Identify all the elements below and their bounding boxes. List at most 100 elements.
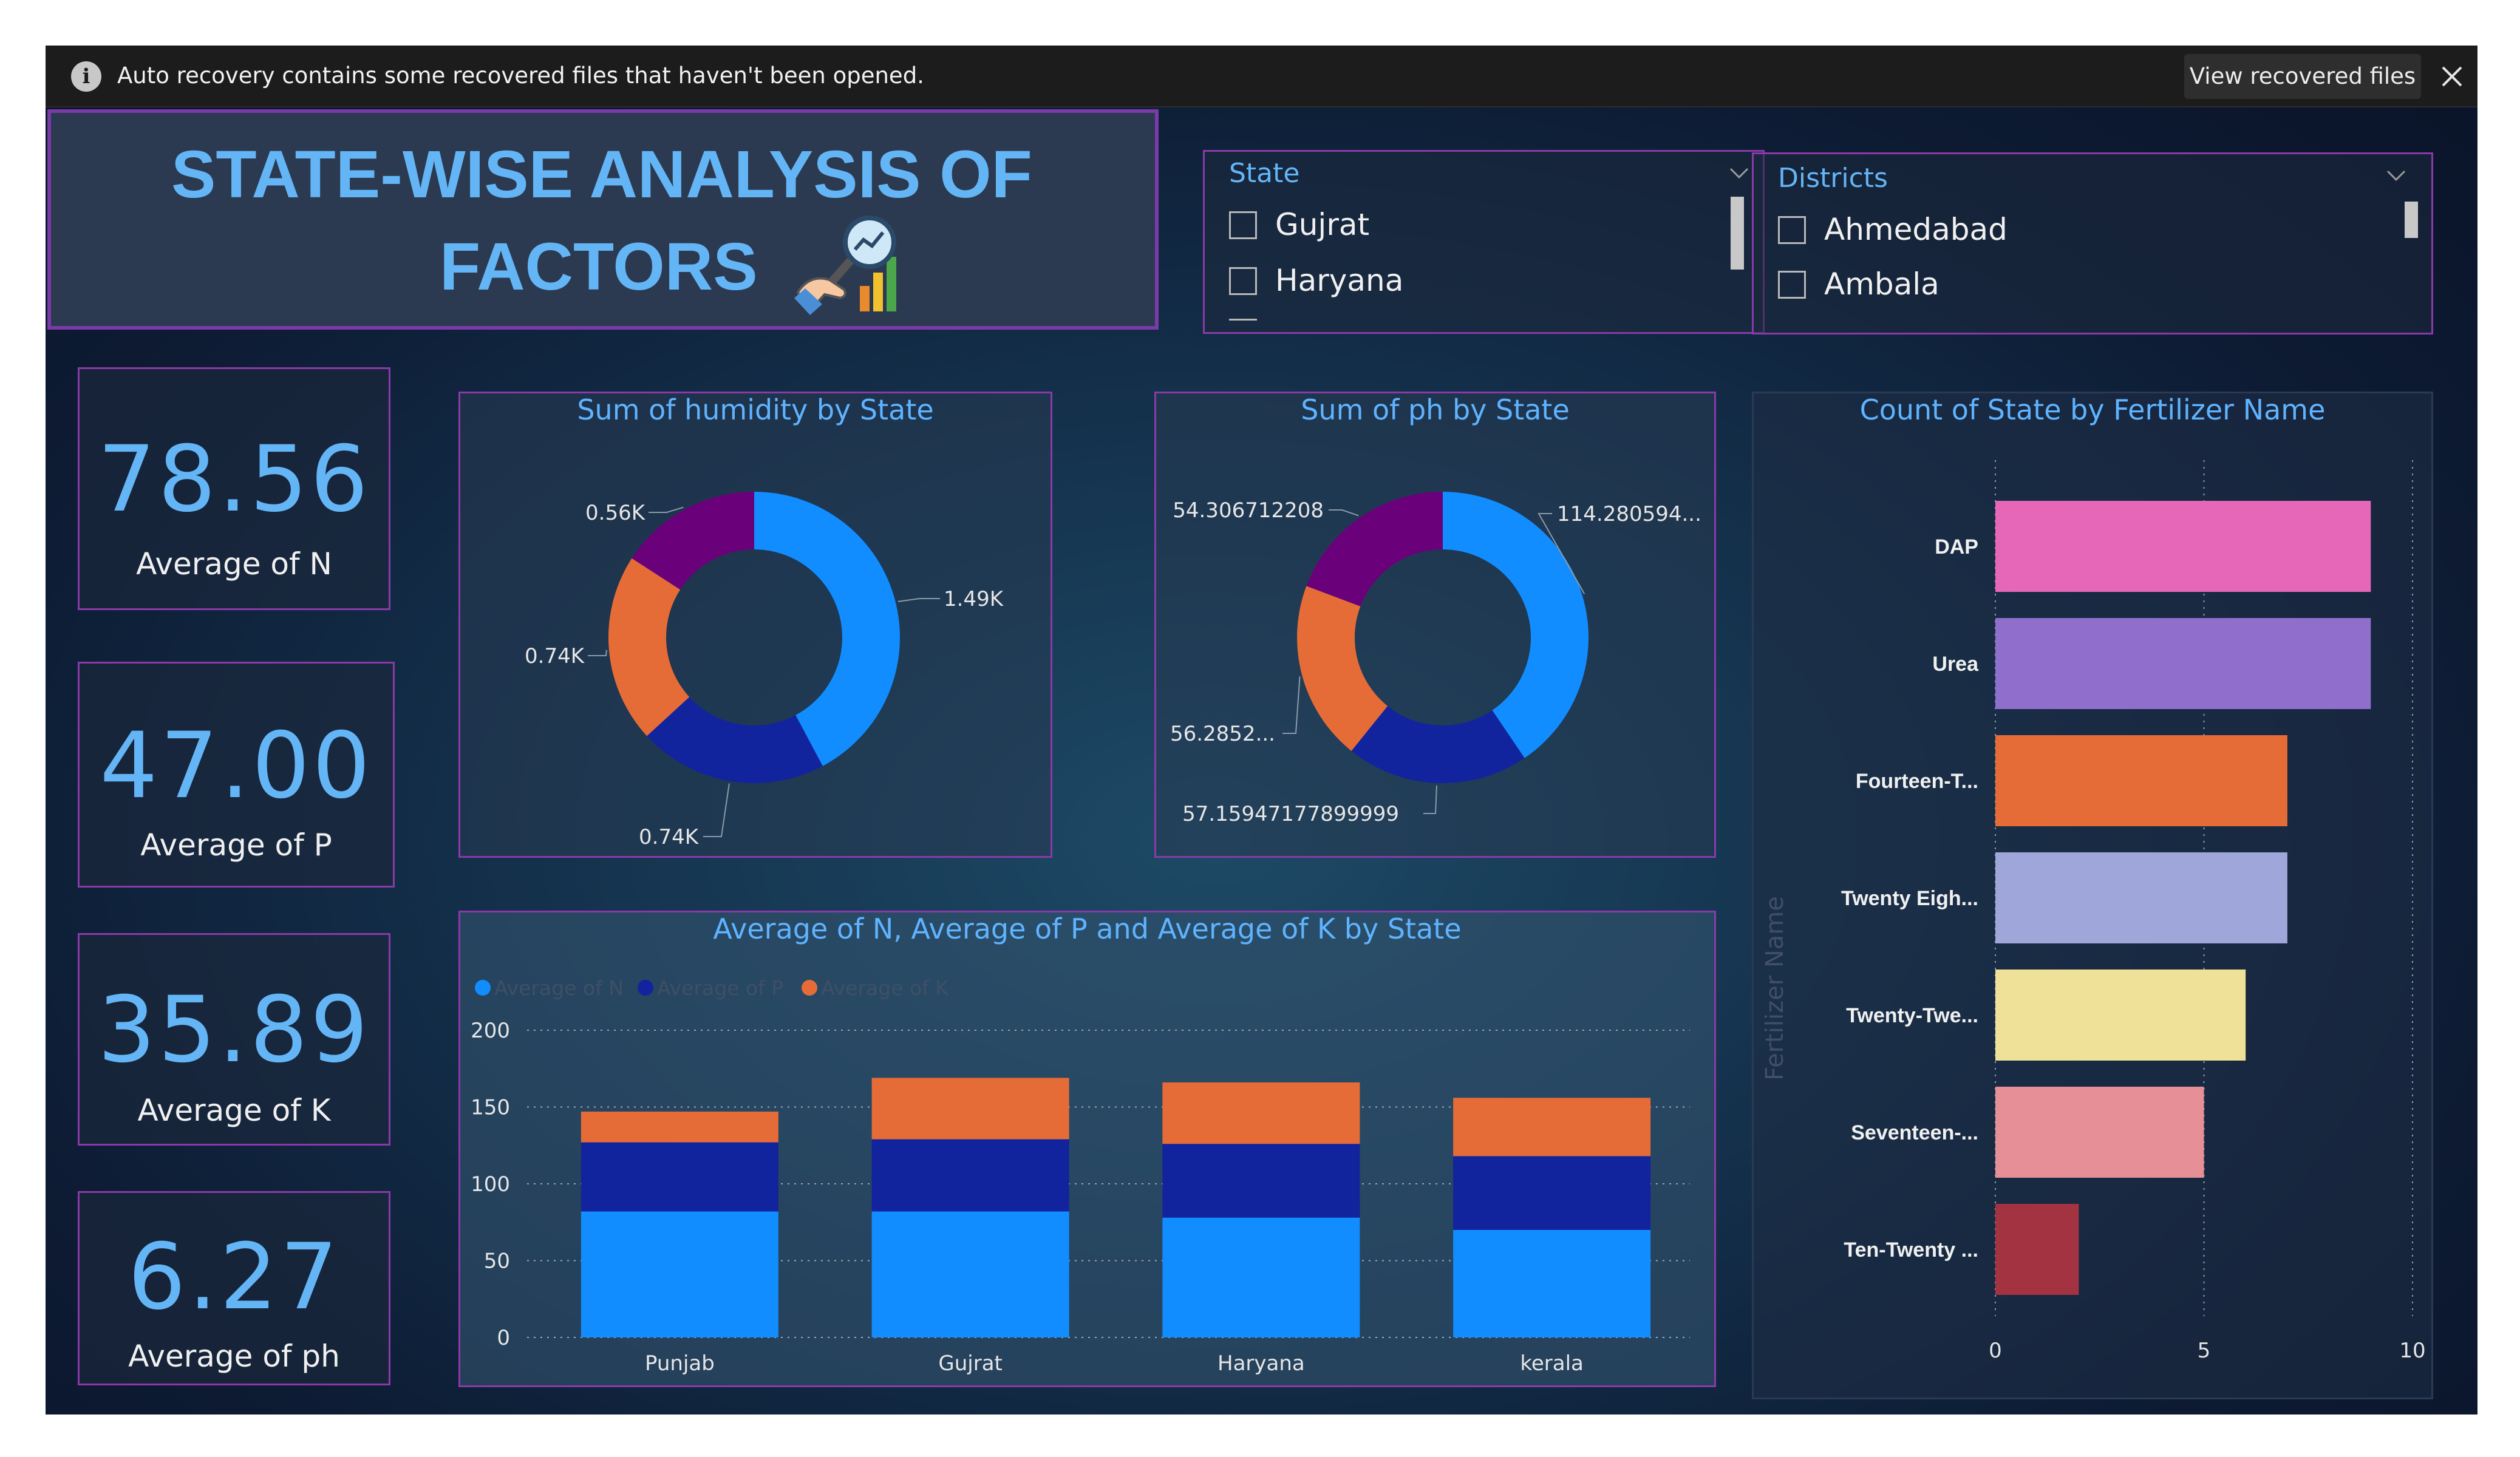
category-label: Twenty Eigh... bbox=[1841, 887, 1978, 910]
bar-segment bbox=[1162, 1082, 1360, 1144]
y-tick-label: 150 bbox=[471, 1096, 510, 1120]
donut-slice bbox=[1306, 492, 1443, 606]
data-label: 56.2852... bbox=[1170, 722, 1275, 746]
close-icon[interactable] bbox=[2438, 63, 2466, 90]
kpi-label: Average of ph bbox=[128, 1339, 340, 1374]
category-label: Urea bbox=[1932, 653, 1979, 676]
bar-segment bbox=[1453, 1156, 1651, 1230]
kpi-value: 35.89 bbox=[97, 977, 371, 1083]
slicer-scrollbar[interactable] bbox=[2405, 202, 2418, 238]
category-label: Fourteen-T... bbox=[1856, 770, 1978, 793]
category-label: DAP bbox=[1935, 535, 1978, 559]
x-tick-label: 0 bbox=[1989, 1339, 2002, 1363]
x-tick-label: Gujrat bbox=[938, 1351, 1003, 1376]
kpi-card-average-p: 47.00 Average of P bbox=[78, 662, 395, 888]
legend-label: Average of P bbox=[657, 976, 783, 1000]
page-title-line2: FACTORS bbox=[440, 229, 758, 304]
bar-segment bbox=[871, 1139, 1069, 1212]
leader-line bbox=[1423, 785, 1438, 814]
leader-line bbox=[897, 598, 940, 602]
data-label: 57.15947177899999 bbox=[1182, 802, 1399, 826]
leader-line bbox=[649, 506, 684, 513]
data-label: 0.56K bbox=[585, 501, 646, 525]
data-label: 0.74K bbox=[639, 825, 700, 849]
bar-segment bbox=[581, 1142, 778, 1212]
option-label: Gujrat bbox=[1275, 207, 1370, 242]
bar bbox=[1995, 618, 2371, 709]
leader-line bbox=[588, 650, 607, 656]
checkbox[interactable] bbox=[1778, 216, 1806, 244]
x-tick-label: Punjab bbox=[645, 1351, 715, 1376]
leader-line bbox=[1329, 509, 1359, 517]
legend-label: Average of K bbox=[821, 976, 949, 1000]
bar bbox=[1995, 735, 2287, 826]
kpi-value: 78.56 bbox=[97, 427, 371, 532]
view-recovered-files-button[interactable]: View recovered files bbox=[2184, 54, 2421, 99]
dashboard-title-box: STATE-WISE ANALYSIS OF FACTORS bbox=[47, 109, 1159, 330]
y-tick-label: 100 bbox=[471, 1172, 510, 1197]
legend-label: Average of N bbox=[494, 976, 624, 1000]
y-tick-label: 200 bbox=[471, 1019, 510, 1043]
legend-marker bbox=[802, 980, 817, 996]
category-label: Ten-Twenty ... bbox=[1844, 1238, 1978, 1262]
data-label: 1.49K bbox=[944, 587, 1004, 611]
kpi-label: Average of P bbox=[140, 827, 332, 863]
humidity-donut-chart: 1.49K 0.74K 0.74K 0.56K bbox=[525, 492, 1004, 849]
kpi-label: Average of K bbox=[137, 1093, 331, 1128]
kpi-card-average-k: 35.89 Average of K bbox=[78, 933, 390, 1146]
districts-slicer-header: Districts bbox=[1778, 163, 1888, 194]
info-icon: i bbox=[71, 61, 101, 92]
kpi-label: Average of N bbox=[136, 546, 332, 582]
x-tick-label: kerala bbox=[1520, 1351, 1584, 1376]
option-label: Haryana bbox=[1275, 263, 1404, 298]
bar-segment bbox=[1162, 1217, 1360, 1337]
leader-line bbox=[703, 783, 730, 837]
analytics-icon bbox=[794, 216, 896, 315]
ph-donut-chart: 114.280594... 57.15947177899999 56.2852...… bbox=[1170, 492, 1701, 826]
bar-segment bbox=[871, 1078, 1069, 1139]
humidity-donut-panel: Sum of humidity by State 1.49K 0.74K 0.74K… bbox=[458, 392, 1052, 858]
bar bbox=[1995, 970, 2246, 1061]
checkbox[interactable] bbox=[1229, 267, 1257, 295]
bar-segment bbox=[1162, 1144, 1360, 1218]
leader-line bbox=[1282, 676, 1301, 734]
bar-segment bbox=[581, 1112, 778, 1143]
x-tick-label: 10 bbox=[2399, 1339, 2425, 1363]
kpi-value: 6.27 bbox=[128, 1224, 341, 1330]
donut-slice bbox=[1443, 492, 1589, 758]
npk-stacked-chart-panel: Average of N, Average of P and Average o… bbox=[458, 911, 1716, 1387]
bar-segment bbox=[871, 1211, 1069, 1337]
recovery-message: Auto recovery contains some recovered fi… bbox=[117, 63, 924, 89]
legend-marker bbox=[638, 980, 653, 996]
bar-segment bbox=[1453, 1098, 1651, 1156]
option-label: Ahmedabad bbox=[1824, 212, 2007, 247]
y-tick-label: 50 bbox=[484, 1249, 510, 1274]
partial-checkbox bbox=[1229, 319, 1257, 325]
page-title-line1: STATE-WISE ANALYSIS OF bbox=[171, 137, 1032, 212]
checkbox[interactable] bbox=[1229, 211, 1257, 239]
bar bbox=[1995, 1204, 2079, 1295]
chevron-down-icon[interactable] bbox=[1728, 163, 1750, 185]
x-tick-label: Haryana bbox=[1217, 1351, 1305, 1376]
state-slicer-header: State bbox=[1229, 158, 1300, 189]
slicer-scrollbar[interactable] bbox=[1731, 197, 1744, 270]
bar-segment bbox=[1453, 1229, 1651, 1337]
category-label: Twenty-Twe... bbox=[1846, 1004, 1978, 1027]
x-tick-label: 5 bbox=[2198, 1339, 2211, 1363]
bar bbox=[1995, 852, 2287, 943]
checkbox[interactable] bbox=[1778, 271, 1806, 299]
bar bbox=[1995, 1087, 2204, 1178]
legend-marker bbox=[475, 980, 491, 996]
chevron-down-icon[interactable] bbox=[2385, 165, 2407, 187]
fertilizer-bar-chart-panel: Count of State by Fertilizer Name 0 5 10 DA… bbox=[1752, 392, 2433, 1399]
kpi-value: 47.00 bbox=[100, 713, 373, 819]
data-label: 114.280594... bbox=[1557, 502, 1701, 526]
districts-slicer[interactable]: Districts Ahmedabad Ambala bbox=[1752, 152, 2433, 335]
y-tick-label: 0 bbox=[497, 1326, 510, 1350]
ph-donut-panel: Sum of ph by State 114.280594... 57.15947… bbox=[1154, 392, 1716, 858]
option-label: Ambala bbox=[1824, 267, 1939, 302]
bar bbox=[1995, 501, 2371, 592]
data-label: 0.74K bbox=[525, 644, 585, 668]
category-label: Seventeen-... bbox=[1851, 1121, 1978, 1144]
state-slicer[interactable]: State Gujrat Haryana bbox=[1203, 150, 1765, 334]
